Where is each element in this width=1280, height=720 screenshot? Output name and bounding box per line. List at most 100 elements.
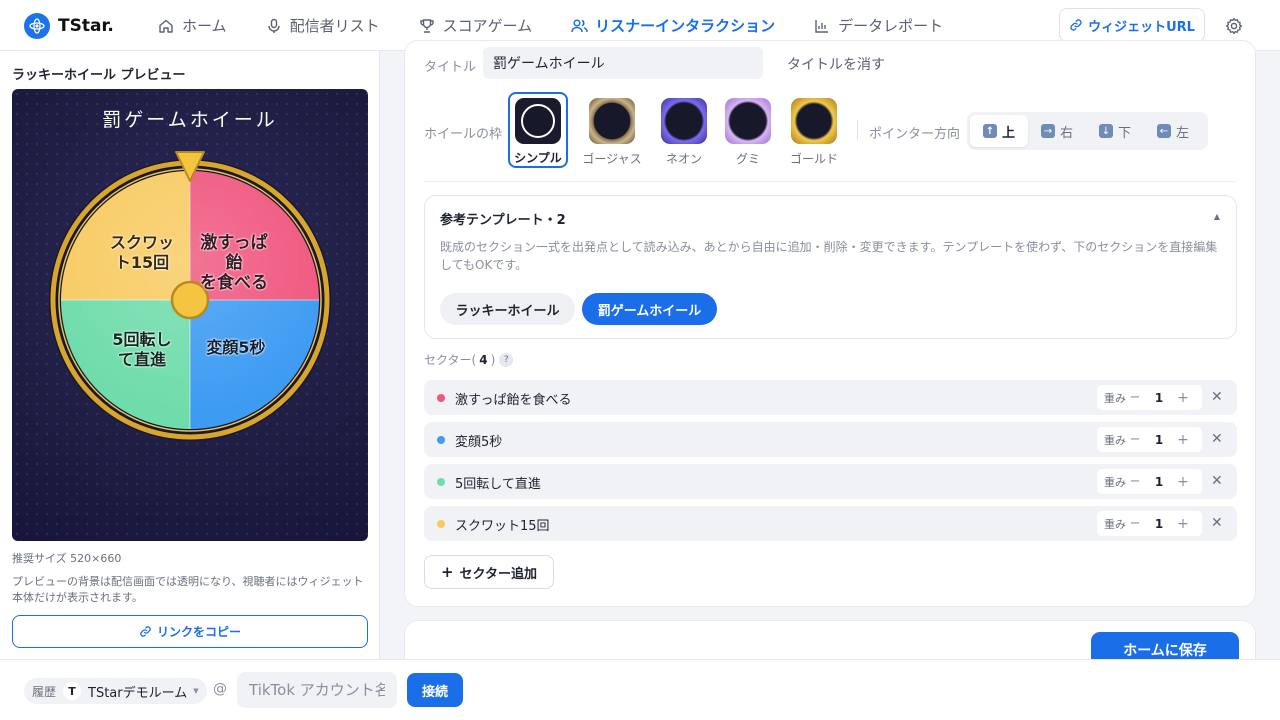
nav-home[interactable]: ホーム	[138, 0, 246, 51]
pointer-left-button[interactable]: ← 左	[1144, 115, 1202, 147]
frame-option-neon[interactable]: ネオン	[654, 92, 714, 168]
widget-url-button[interactable]: ウィジェットURL	[1059, 8, 1205, 42]
sector-row: スクワット15回 重み − 1 + ✕	[424, 506, 1237, 541]
arrow-down-icon: ↓	[1098, 124, 1113, 138]
sector-label[interactable]: 変顔5秒	[455, 431, 502, 450]
pointer-direction-group: ↑ 上 → 右 ↓ 下 ← 左	[967, 112, 1208, 150]
frame-option-simple[interactable]: シンプル	[508, 92, 568, 168]
close-icon[interactable]: ✕	[1211, 515, 1223, 531]
weight-label: 重み	[1104, 517, 1126, 531]
sector-color-dot	[437, 436, 445, 444]
nav-home-label: ホーム	[182, 17, 227, 35]
plus-icon[interactable]: +	[1176, 432, 1190, 448]
minus-icon[interactable]: −	[1128, 390, 1142, 405]
nav-streamer-list-label: 配信者リスト	[289, 17, 380, 35]
sector-label[interactable]: 激すっぱ飴を食べる	[455, 389, 571, 408]
history-label: 履歴	[32, 684, 57, 699]
sector-row: 5回転して直進 重み − 1 + ✕	[424, 464, 1237, 499]
recommended-size: 推奨サイズ 520×660	[12, 552, 122, 565]
sector-row: 激すっぱ飴を食べる 重み − 1 + ✕	[424, 380, 1237, 415]
nav-streamer-list[interactable]: 配信者リスト	[246, 0, 399, 51]
collapse-icon[interactable]: ▲	[1214, 212, 1220, 221]
weight-value[interactable]: 1	[1142, 433, 1176, 447]
frame-option-gold[interactable]: ゴールド	[784, 92, 844, 168]
pointer-right-button[interactable]: → 右	[1028, 115, 1086, 147]
weight-stepper: 重み − 1 +	[1097, 469, 1202, 494]
template-chip-penalty-wheel[interactable]: 罰ゲームホイール	[582, 293, 717, 325]
pointer-down-button[interactable]: ↓ 下	[1086, 115, 1144, 147]
widget-url-label: ウィジェットURL	[1088, 19, 1195, 35]
close-icon[interactable]: ✕	[1211, 473, 1223, 489]
wheel-graphic	[49, 151, 331, 441]
frame-option-gummy[interactable]: グミ	[718, 92, 778, 168]
close-icon[interactable]: ✕	[1211, 431, 1223, 447]
plus-icon[interactable]: +	[1176, 516, 1190, 532]
frame-gorgeous-label: ゴージャス	[582, 152, 642, 166]
pointer-left-label: 左	[1175, 125, 1189, 141]
history-selector[interactable]: 履歴 T TStarデモルーム ▼	[24, 678, 207, 704]
weight-value[interactable]: 1	[1142, 391, 1176, 405]
frame-simple-label: シンプル	[514, 151, 562, 165]
plus-icon[interactable]: +	[1176, 390, 1190, 406]
add-sector-button[interactable]: + セクター追加	[424, 555, 554, 589]
nav-data-report-label: データレポート	[838, 17, 944, 35]
wheel-label-4: スクワッ ト15回	[109, 233, 174, 272]
tiktok-account-input[interactable]	[237, 672, 397, 708]
title-input[interactable]: 罰ゲームホイール	[483, 47, 763, 79]
wheel-title: 罰ゲームホイール	[102, 109, 278, 131]
preview-title: ラッキーホイール プレビュー	[12, 68, 186, 83]
template-card: 参考テンプレート・2 ▲ 既成のセクション一式を出発点として読み込み、あとから自…	[424, 195, 1237, 339]
template-title: 参考テンプレート・2	[440, 213, 566, 228]
weight-stepper: 重み − 1 +	[1097, 511, 1202, 536]
arrow-right-icon: →	[1040, 124, 1055, 138]
mic-icon	[265, 17, 283, 35]
copy-link-button[interactable]: リンクをコピー	[12, 615, 368, 648]
frame-gummy-swatch	[725, 98, 771, 144]
pointer-up-button[interactable]: ↑ 上	[970, 115, 1028, 147]
help-icon[interactable]: ?	[499, 352, 514, 367]
frame-neon-label: ネオン	[665, 152, 702, 166]
minus-icon[interactable]: −	[1128, 432, 1142, 447]
home-icon	[157, 17, 175, 35]
sector-color-dot	[437, 520, 445, 528]
frame-gold-label: ゴールド	[789, 152, 838, 166]
users-icon	[570, 17, 588, 35]
sectors-header: セクター( 4 ) ?	[424, 351, 514, 368]
minus-icon[interactable]: −	[1128, 516, 1142, 531]
frame-option-gorgeous[interactable]: ゴージャス	[582, 92, 642, 168]
app-name: TStar.	[58, 16, 114, 36]
sector-row: 変顔5秒 重み − 1 + ✕	[424, 422, 1237, 457]
room-name: TStarデモルーム	[88, 685, 188, 701]
chevron-down-icon: ▼	[193, 687, 199, 695]
room-avatar: T	[63, 682, 82, 700]
minus-icon[interactable]: −	[1128, 474, 1142, 489]
weight-label: 重み	[1104, 475, 1126, 489]
preview-note: プレビューの背景は配信画面では透明になり、視聴者にはウィジェット本体だけが表示さ…	[12, 575, 364, 604]
frame-label: ホイールの枠	[424, 127, 503, 142]
gear-icon[interactable]	[1222, 14, 1246, 38]
trophy-icon	[418, 17, 436, 35]
template-chip-lucky-wheel[interactable]: ラッキーホイール	[440, 293, 575, 325]
frame-neon-swatch	[661, 98, 707, 144]
connect-button[interactable]: 接続	[407, 673, 463, 707]
link-icon	[1069, 18, 1083, 32]
weight-value[interactable]: 1	[1142, 517, 1176, 531]
weight-stepper: 重み − 1 +	[1097, 427, 1202, 452]
app-logo[interactable]: TStar.	[24, 13, 114, 39]
frame-gold-swatch	[791, 98, 837, 144]
sector-label[interactable]: スクワット15回	[455, 515, 550, 534]
plus-icon[interactable]: +	[1176, 474, 1190, 490]
arrow-up-icon: ↑	[982, 124, 997, 138]
sectors-header-suffix: )	[490, 352, 496, 367]
pointer-up-label: 上	[1001, 125, 1015, 141]
close-icon[interactable]: ✕	[1211, 389, 1223, 405]
hide-title-button[interactable]: タイトルを消す	[787, 54, 885, 74]
arrow-left-icon: ←	[1156, 124, 1171, 138]
connection-bar: 履歴 T TStarデモルーム ▼ @ 接続	[0, 659, 1280, 720]
sector-label[interactable]: 5回転して直進	[455, 473, 541, 492]
wheel-preview: 罰ゲームホイール 激すっぱ飴 を食べる 変顔5秒 5回転し て直進 スクワッ ト…	[12, 89, 368, 541]
pointer-down-label: 下	[1117, 125, 1131, 141]
wheel-label-3: 5回転し て直進	[112, 330, 172, 369]
weight-value[interactable]: 1	[1142, 475, 1176, 489]
sectors-header-prefix: セクター(	[424, 353, 477, 367]
